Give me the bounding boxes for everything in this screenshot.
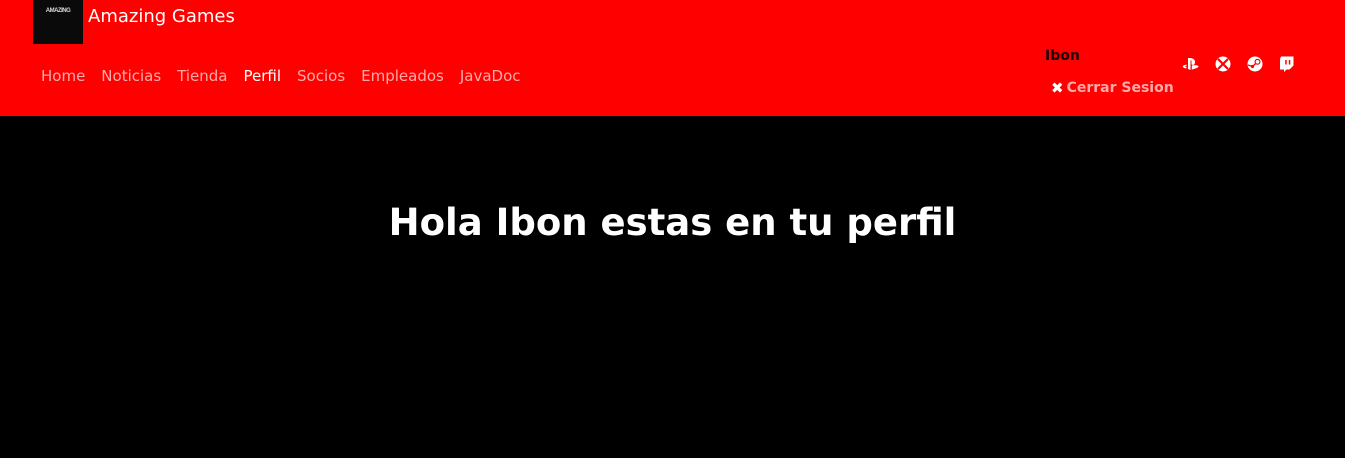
profile-main: Hola Ibon estas en tu perfil [0,116,1345,458]
logout-button[interactable]: ✖ Cerrar Sesion [1051,79,1174,97]
nav-item-empleados[interactable]: Empleados [353,66,452,86]
close-x-icon: ✖ [1051,79,1064,97]
user-name: Ibon [1045,48,1080,64]
xbox-icon[interactable] [1214,55,1231,72]
platform-links [1182,55,1295,72]
playstation-icon[interactable] [1182,55,1199,72]
steam-icon[interactable] [1246,55,1263,72]
logo-text: AMAZING [45,8,71,14]
welcome-heading: Hola Ibon estas en tu perfil [388,201,957,244]
top-navbar: AMAZING Amazing Games Home Noticias Tien… [0,0,1345,116]
nav-item-javadoc[interactable]: JavaDoc [452,66,529,86]
brand-name[interactable]: Amazing Games [88,6,235,28]
main-nav: Home Noticias Tienda Perfil Socios Emple… [33,66,529,86]
nav-item-noticias[interactable]: Noticias [93,66,169,86]
nav-item-socios[interactable]: Socios [289,66,353,86]
twitch-icon[interactable] [1278,55,1295,72]
logout-label: Cerrar Sesion [1066,80,1174,96]
nav-item-home[interactable]: Home [33,66,93,86]
nav-item-tienda[interactable]: Tienda [169,66,235,86]
brand-logo[interactable]: AMAZING [33,0,83,44]
nav-item-perfil[interactable]: Perfil [236,66,290,86]
